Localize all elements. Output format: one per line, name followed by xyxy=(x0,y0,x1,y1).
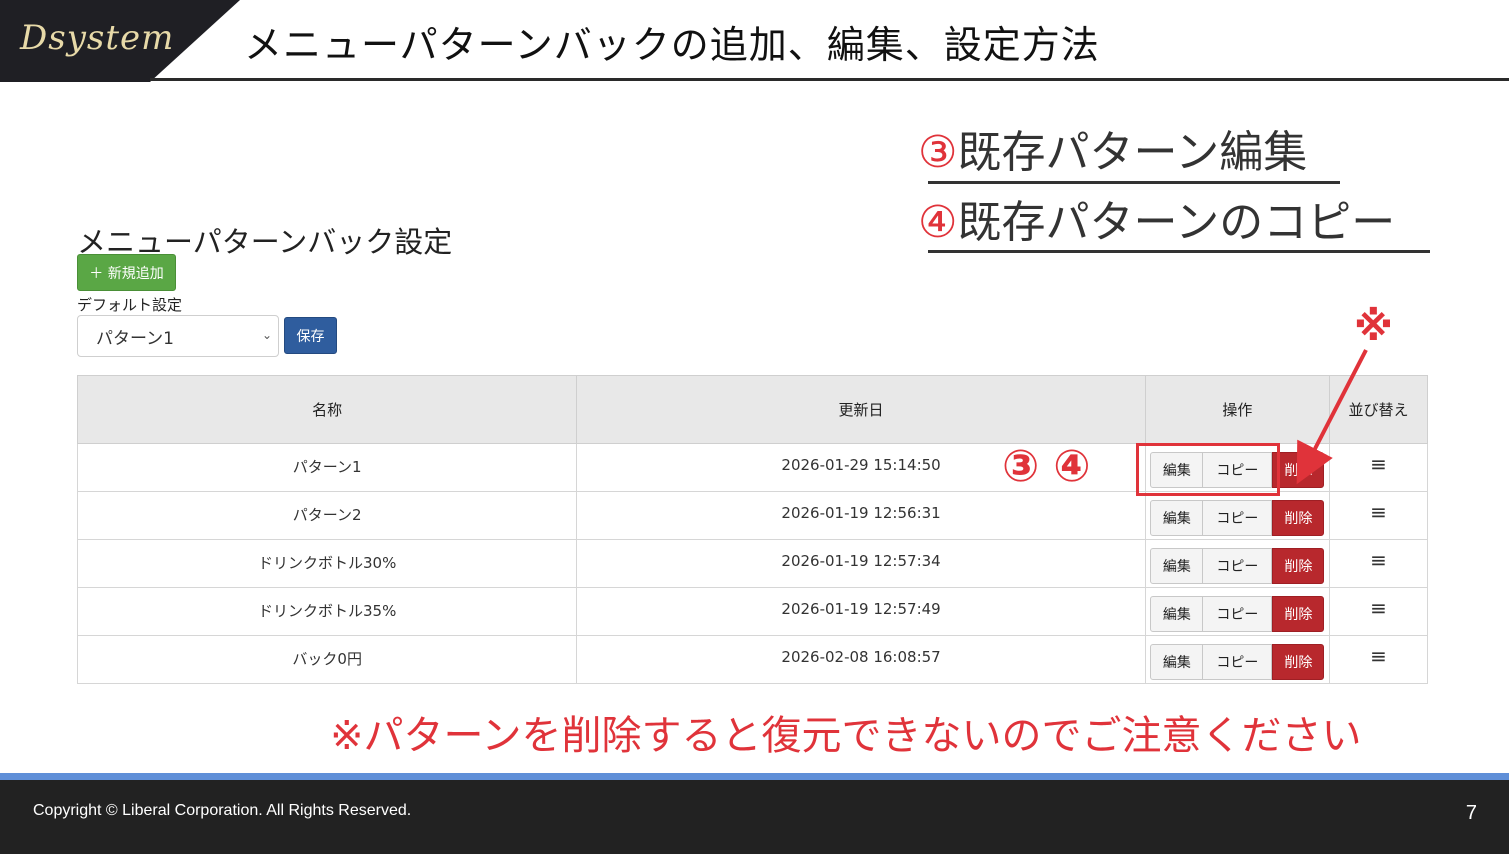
cell-name: バック0円 xyxy=(76,635,578,684)
drag-handle-icon[interactable]: ≡ xyxy=(1370,500,1387,524)
column-header-sort: 並び替え xyxy=(1328,375,1429,444)
drag-handle-icon[interactable]: ≡ xyxy=(1370,596,1387,620)
cell-date: 2026-01-19 12:57:49 xyxy=(576,587,1146,636)
step-underline xyxy=(928,250,1430,253)
header-divider xyxy=(150,78,1509,81)
delete-button[interactable]: 削除 xyxy=(1272,500,1325,536)
logo-text: Dsystem xyxy=(20,18,175,58)
cell-date: 2026-01-19 12:57:34 xyxy=(576,539,1146,588)
cell-sort: ≡ xyxy=(1328,635,1429,684)
edit-button[interactable]: 編集 xyxy=(1150,548,1204,584)
highlight-box-edit-copy xyxy=(1136,443,1280,496)
delete-button[interactable]: 削除 xyxy=(1272,548,1325,584)
chevron-down-icon: ⌄ xyxy=(261,328,272,342)
copy-button[interactable]: コピー xyxy=(1203,644,1273,680)
edit-button[interactable]: 編集 xyxy=(1150,644,1204,680)
delete-warning: ※パターンを削除すると復元できないのでご注意ください xyxy=(330,713,1362,759)
column-header-date: 更新日 xyxy=(576,375,1146,444)
table-row: パターン2 2026-01-19 12:56:31 編集 コピー 削除 ≡ xyxy=(76,491,1429,540)
drag-handle-icon[interactable]: ≡ xyxy=(1370,548,1387,572)
slide-header: Dsystem メニューパターンバックの追加、編集、設定方法 xyxy=(0,0,1509,82)
cell-name: パターン2 xyxy=(76,491,578,540)
cell-sort: ≡ xyxy=(1328,443,1429,492)
step-number: ③ xyxy=(918,127,958,178)
cell-actions: 編集 コピー 削除 xyxy=(1144,587,1330,636)
copyright-text: Copyright © Liberal Corporation. All Rig… xyxy=(33,802,412,819)
cell-name: ドリンクボトル30% xyxy=(76,539,578,588)
copy-button[interactable]: コピー xyxy=(1203,596,1273,632)
step-heading-edit: ③既存パターン編集 xyxy=(918,116,1307,180)
copy-button[interactable]: コピー xyxy=(1203,500,1273,536)
table-row: ドリンクボトル30% 2026-01-19 12:57:34 編集 コピー 削除 ≡ xyxy=(76,539,1429,588)
cell-date: 2026-01-19 12:56:31 xyxy=(576,491,1146,540)
delete-button[interactable]: 削除 xyxy=(1272,452,1325,488)
default-setting-label: デフォルト設定 xyxy=(77,296,183,314)
table-row: バック0円 2026-02-08 16:08:57 編集 コピー 削除 ≡ xyxy=(76,635,1429,684)
page-title: メニューパターンバックの追加、編集、設定方法 xyxy=(244,23,1100,67)
table-row: ドリンクボトル35% 2026-01-19 12:57:49 編集 コピー 削除 ≡ xyxy=(76,587,1429,636)
drag-handle-icon[interactable]: ≡ xyxy=(1370,644,1387,668)
delete-button[interactable]: 削除 xyxy=(1272,596,1325,632)
copy-button[interactable]: コピー xyxy=(1203,548,1273,584)
logo: Dsystem xyxy=(0,0,240,82)
page-number: 7 xyxy=(1465,802,1477,824)
step-label: 既存パターン編集 xyxy=(957,127,1308,178)
step-underline xyxy=(928,181,1340,184)
cell-actions: 編集 コピー 削除 xyxy=(1144,539,1330,588)
step-heading-copy: ④既存パターンのコピー xyxy=(918,186,1395,250)
select-value: パターン1 xyxy=(96,328,174,349)
cell-sort: ≡ xyxy=(1328,587,1429,636)
slide-footer: Copyright © Liberal Corporation. All Rig… xyxy=(0,780,1509,854)
footer-accent-line xyxy=(0,773,1509,780)
cell-actions: 編集 コピー 削除 xyxy=(1144,635,1330,684)
cell-actions: 編集 コピー 削除 xyxy=(1144,491,1330,540)
cell-name: パターン1 xyxy=(76,443,578,492)
step-label: 既存パターンのコピー xyxy=(957,197,1396,248)
edit-button[interactable]: 編集 xyxy=(1150,500,1204,536)
edit-button[interactable]: 編集 xyxy=(1150,596,1204,632)
drag-handle-icon[interactable]: ≡ xyxy=(1370,452,1387,476)
reference-mark: ※ xyxy=(1354,304,1393,350)
column-header-actions: 操作 xyxy=(1144,375,1330,444)
circled-step-numbers: ③④ xyxy=(1002,441,1105,492)
add-new-button[interactable]: ＋ 新規追加 xyxy=(77,254,176,291)
cell-name: ドリンクボトル35% xyxy=(76,587,578,636)
pattern-table: 名称 更新日 操作 並び替え パターン1 2026-01-29 15:14:50… xyxy=(76,375,1429,684)
cell-date: 2026-02-08 16:08:57 xyxy=(576,635,1146,684)
default-pattern-select[interactable]: パターン1 ⌄ xyxy=(77,315,279,357)
table-header-row: 名称 更新日 操作 並び替え xyxy=(76,375,1429,444)
save-button[interactable]: 保存 xyxy=(284,317,337,354)
column-header-name: 名称 xyxy=(76,375,578,444)
delete-button[interactable]: 削除 xyxy=(1272,644,1325,680)
cell-sort: ≡ xyxy=(1328,539,1429,588)
cell-sort: ≡ xyxy=(1328,491,1429,540)
step-number: ④ xyxy=(918,197,958,248)
